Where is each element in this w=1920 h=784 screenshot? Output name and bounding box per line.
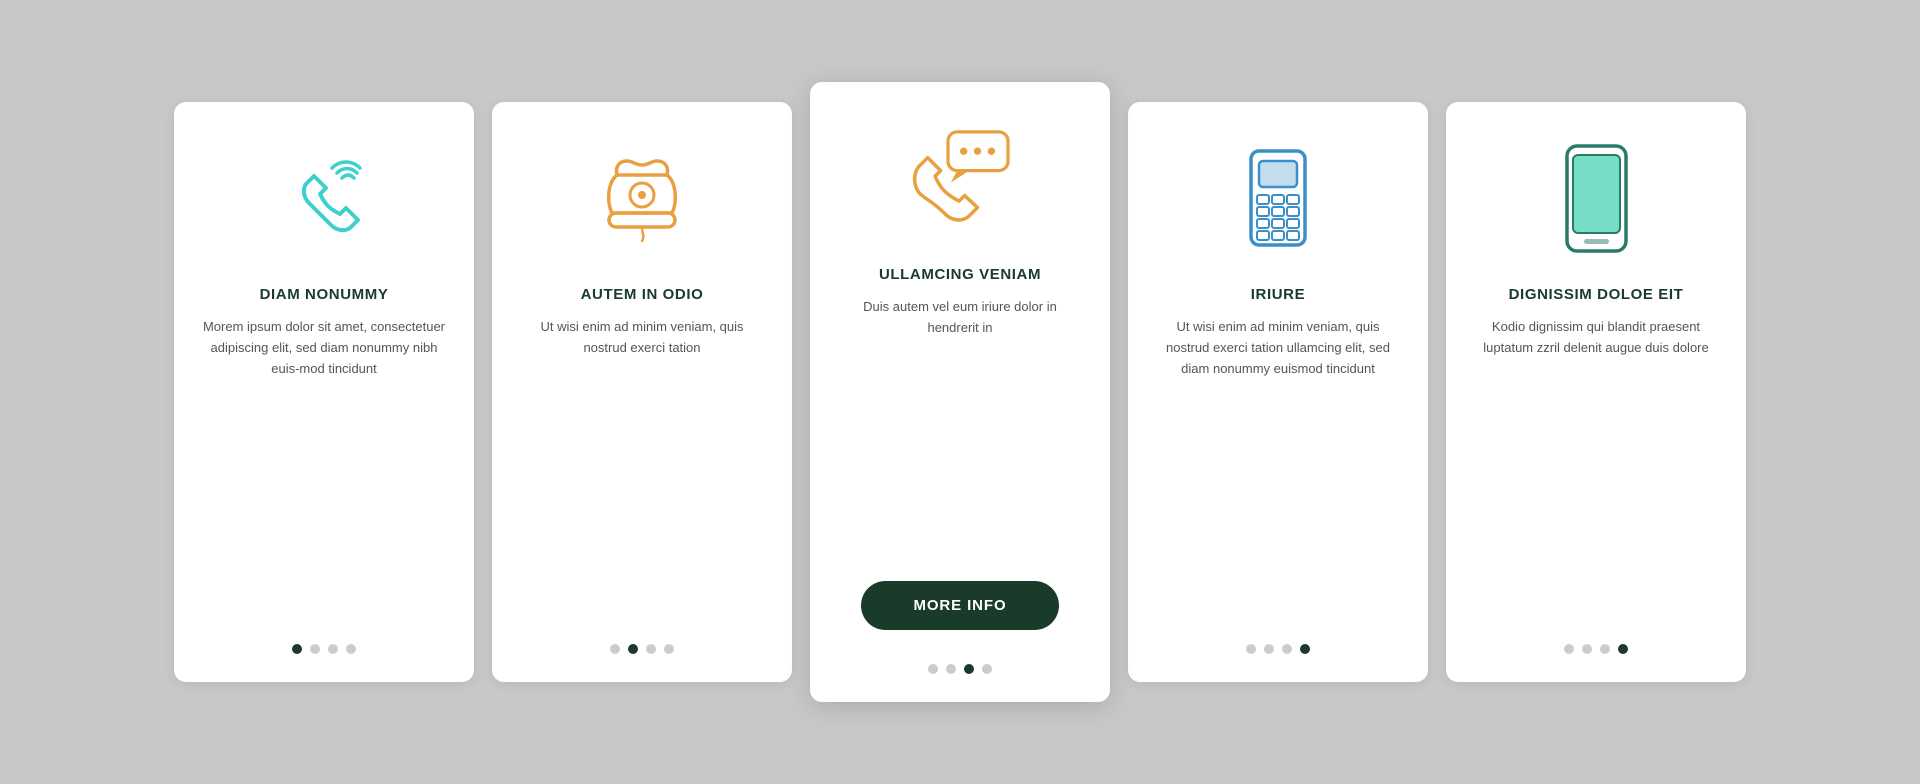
phone-chat-icon [900,118,1020,238]
dot [1264,644,1274,654]
dot [628,644,638,654]
card-4: IRIURE Ut wisi enim ad minim veniam, qui… [1128,102,1428,682]
card-3-text: Duis autem vel eum iriure dolor in hendr… [838,297,1082,557]
card-5-text: Kodio dignissim qui blandit praesent lup… [1474,317,1718,610]
card-2-title: AUTEM IN ODIO [581,286,704,303]
card-1-dots [292,634,356,654]
card-2-text: Ut wisi enim ad minim veniam, quis nostr… [520,317,764,610]
dot [1300,644,1310,654]
dot [1282,644,1292,654]
card-5: DIGNISSIM DOLOE EIT Kodio dignissim qui … [1446,102,1746,682]
dot [292,644,302,654]
dot [928,664,938,674]
retro-phone-icon [582,138,702,258]
cards-container: DIAM NONUMMY Morem ipsum dolor sit amet,… [174,82,1746,702]
card-5-dots [1564,634,1628,654]
dot [646,644,656,654]
card-4-dots [1246,634,1310,654]
dot [1582,644,1592,654]
card-3: ULLAMCING VENIAM Duis autem vel eum iriu… [810,82,1110,702]
dot [1564,644,1574,654]
card-3-dots [928,654,992,674]
card-4-title: IRIURE [1251,286,1305,303]
dot [664,644,674,654]
card-2-dots [610,634,674,654]
dot [346,644,356,654]
smartphone-icon [1536,138,1656,258]
mobile-keypad-icon [1218,138,1338,258]
card-2: AUTEM IN ODIO Ut wisi enim ad minim veni… [492,102,792,682]
dot [610,644,620,654]
card-1-text: Morem ipsum dolor sit amet, consectetuer… [202,317,446,610]
dot [1246,644,1256,654]
dot [328,644,338,654]
card-3-title: ULLAMCING VENIAM [879,266,1041,283]
dot [1600,644,1610,654]
dot [964,664,974,674]
more-info-button[interactable]: MORE INFO [861,581,1058,630]
card-4-text: Ut wisi enim ad minim veniam, quis nostr… [1156,317,1400,610]
card-5-title: DIGNISSIM DOLOE EIT [1509,286,1684,303]
dot [982,664,992,674]
card-1: DIAM NONUMMY Morem ipsum dolor sit amet,… [174,102,474,682]
dot [946,664,956,674]
dot [310,644,320,654]
dot [1618,644,1628,654]
card-1-title: DIAM NONUMMY [260,286,389,303]
phone-ringing-icon [264,138,384,258]
